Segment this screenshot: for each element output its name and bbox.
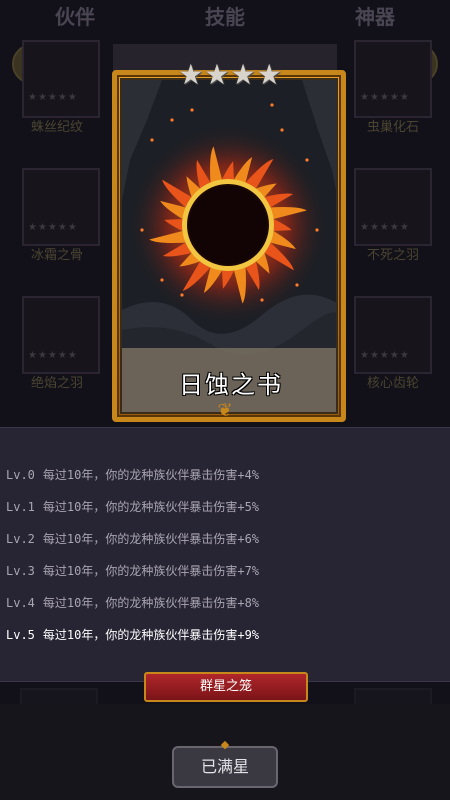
star-icon: ★ xyxy=(178,58,204,91)
artifact-card: 日蚀之书 xyxy=(112,70,346,422)
ember-spark xyxy=(260,298,264,302)
artifact-slot xyxy=(22,168,100,246)
ember-spark xyxy=(180,293,184,297)
ember-spark xyxy=(160,278,164,282)
effect-description: 每过10年，你的龙种族伙伴暴击伤害+8% xyxy=(42,596,260,610)
effect-level-label: Lv.4 xyxy=(6,596,35,610)
effect-row: Lv.0 每过10年，你的龙种族伙伴暴击伤害+4% xyxy=(6,466,259,483)
tab-skills: 技能 xyxy=(205,4,245,29)
artifact-slot xyxy=(22,296,100,374)
ember-spark xyxy=(295,283,299,287)
collection-name-banner: 群星之笼 xyxy=(144,672,308,702)
effect-level-label: Lv.5 xyxy=(6,628,35,642)
effect-row: Lv.4 每过10年，你的龙种族伙伴暴击伤害+8% xyxy=(6,594,259,611)
effect-description: 每过10年，你的龙种族伙伴暴击伤害+4% xyxy=(42,468,260,482)
artifact-slot xyxy=(22,40,100,118)
artifact-label: 虫巢化石 xyxy=(366,120,419,135)
slot-stars: ★★★★★ xyxy=(28,350,78,361)
tab-partners: 伙伴 xyxy=(55,4,95,29)
button-ornament-icon: ◆ xyxy=(220,738,230,751)
slot-stars: ★★★★★ xyxy=(360,222,410,233)
slot-stars: ★★★★★ xyxy=(360,350,410,361)
artifact-label: 绝焰之羽 xyxy=(30,376,83,391)
ember-spark xyxy=(190,108,194,112)
effect-level-label: Lv.2 xyxy=(6,532,35,546)
background-tabs: 伙伴 技能 神器 xyxy=(0,0,450,30)
effect-row: Lv.1 每过10年，你的龙种族伙伴暴击伤害+5% xyxy=(6,498,259,515)
ember-spark xyxy=(280,128,284,132)
effect-level-label: Lv.3 xyxy=(6,564,35,578)
ember-spark xyxy=(270,103,274,107)
effect-description: 每过10年，你的龙种族伙伴暴击伤害+6% xyxy=(42,532,260,546)
artifact-label: 蛛丝纪纹 xyxy=(30,120,83,135)
effect-description: 每过10年，你的龙种族伙伴暴击伤害+5% xyxy=(42,500,260,514)
effect-level-label: Lv.0 xyxy=(6,468,35,482)
artifact-label: 冰霜之骨 xyxy=(30,248,83,263)
artifact-label: 不死之羽 xyxy=(366,248,419,263)
max-star-button[interactable]: 已满星 xyxy=(172,746,278,788)
ember-spark xyxy=(140,228,144,232)
slot-stars: ★★★★★ xyxy=(28,222,78,233)
effect-description: 每过10年，你的龙种族伙伴暴击伤害+7% xyxy=(42,564,260,578)
tab-artifacts: 神器 xyxy=(355,4,395,29)
effect-level-label: Lv.1 xyxy=(6,500,35,514)
star-icon: ★ xyxy=(230,58,256,91)
ember-spark xyxy=(170,118,174,122)
effect-level-panel: Lv.0 每过10年，你的龙种族伙伴暴击伤害+4% Lv.1 每过10年，你的龙种族伙… xyxy=(0,427,450,682)
artifact-slot xyxy=(354,40,432,118)
card-bottom-ornament: ❦ xyxy=(217,400,233,421)
ember-spark xyxy=(305,158,309,162)
ember-spark xyxy=(315,228,319,232)
ember-spark xyxy=(150,138,154,142)
star-icon: ★ xyxy=(204,58,230,91)
card-artwork: 日蚀之书 xyxy=(120,78,338,414)
effect-row: Lv.2 每过10年，你的龙种族伙伴暴击伤害+6% xyxy=(6,530,259,547)
effect-row: Lv.5 每过10年，你的龙种族伙伴暴击伤害+9% xyxy=(6,626,259,643)
star-rating: ★ ★ ★ ★ xyxy=(178,58,281,92)
artifact-slot xyxy=(354,296,432,374)
card-title: 日蚀之书 xyxy=(179,370,283,399)
star-icon: ★ xyxy=(256,58,282,91)
effect-description: 每过10年，你的龙种族伙伴暴击伤害+9% xyxy=(42,628,260,642)
slot-stars: ★★★★★ xyxy=(28,92,78,103)
effect-row: Lv.3 每过10年，你的龙种族伙伴暴击伤害+7% xyxy=(6,562,259,579)
artifact-slot xyxy=(354,168,432,246)
slot-stars: ★★★★★ xyxy=(360,92,410,103)
artifact-label: 核心齿轮 xyxy=(366,376,419,391)
